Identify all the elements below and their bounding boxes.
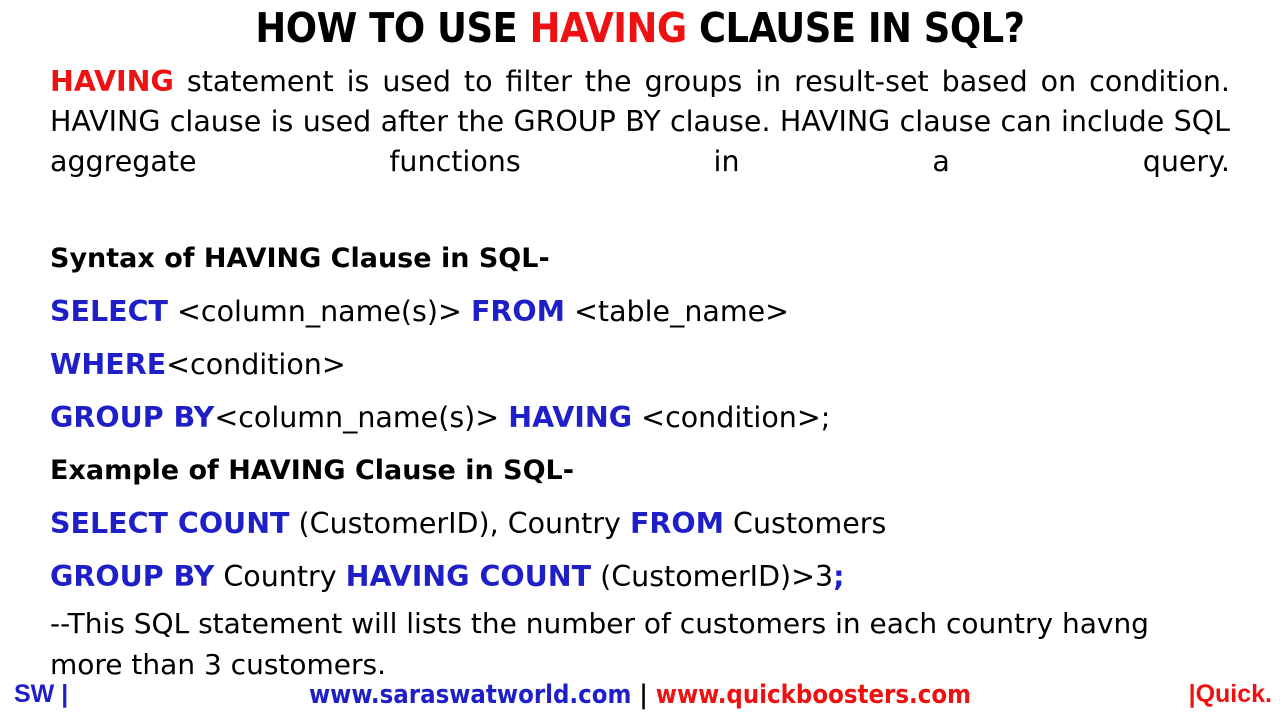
example-having-condition: (CustomerID)>3 (591, 560, 834, 593)
syntax-line-groupby: GROUP BY<column_name(s)> HAVING <conditi… (50, 391, 1230, 444)
slide-body: HAVING statement is used to filter the g… (50, 62, 1230, 685)
syntax-heading: Syntax of HAVING Clause in SQL- (50, 243, 550, 274)
example-table-name: Customers (723, 507, 887, 540)
title-part-2: CLAUSE IN SQL? (686, 4, 1025, 52)
slide-canvas: HOW TO USE HAVING CLAUSE IN SQL? HAVING … (0, 0, 1280, 720)
footer-link-saraswatworld[interactable]: www.saraswatworld.com (309, 680, 631, 710)
intro-text: statement is used to filter the groups i… (50, 65, 1230, 178)
kw-having-count: HAVING COUNT (345, 560, 592, 593)
kw-select-count: SELECT COUNT (50, 507, 290, 540)
kw-having: HAVING (508, 401, 633, 434)
kw-where: WHERE (50, 348, 167, 381)
footer-separator: | (631, 680, 656, 710)
syntax-where-condition: <condition> (166, 348, 346, 381)
kw-select: SELECT (50, 295, 168, 328)
syntax-column-placeholder: <column_name(s)> (167, 295, 471, 328)
syntax-line-select: SELECT <column_name(s)> FROM <table_name… (50, 285, 1230, 338)
footer-link-quickboosters[interactable]: www.quickboosters.com (656, 680, 971, 710)
example-groupby-column: Country (214, 560, 346, 593)
footer-links: www.saraswatworld.com | www.quickbooster… (0, 680, 1280, 710)
syntax-table-placeholder: <table_name> (564, 295, 790, 328)
kw-group-by: GROUP BY (50, 401, 215, 434)
syntax-groupby-column: <column_name(s)> (214, 401, 509, 434)
title-keyword-having: HAVING (529, 4, 688, 52)
title-part-1: HOW TO USE (255, 4, 530, 52)
syntax-line-where: WHERE<condition> (50, 338, 1230, 391)
intro-paragraph: HAVING statement is used to filter the g… (50, 62, 1230, 222)
example-select-columns: (CustomerID), Country (289, 507, 630, 540)
footer: SW | www.saraswatworld.com | www.quickbo… (0, 674, 1280, 718)
footer-brand-right: |Quick. (1188, 680, 1272, 708)
kw-from-example: FROM (629, 507, 724, 540)
example-line-select: SELECT COUNT (CustomerID), Country FROM … (50, 497, 1230, 550)
example-line-groupby: GROUP BY Country HAVING COUNT (CustomerI… (50, 550, 1230, 603)
kw-group-by-example: GROUP BY (50, 560, 215, 593)
kw-from: FROM (470, 295, 565, 328)
syntax-having-condition: <condition>; (632, 401, 831, 434)
page-title: HOW TO USE HAVING CLAUSE IN SQL? (0, 4, 1280, 52)
example-statement-terminator: ; (833, 560, 845, 593)
intro-keyword-having: HAVING (50, 65, 174, 98)
explanation-note: --This SQL statement will lists the numb… (50, 607, 1149, 681)
example-heading: Example of HAVING Clause in SQL- (50, 455, 574, 486)
